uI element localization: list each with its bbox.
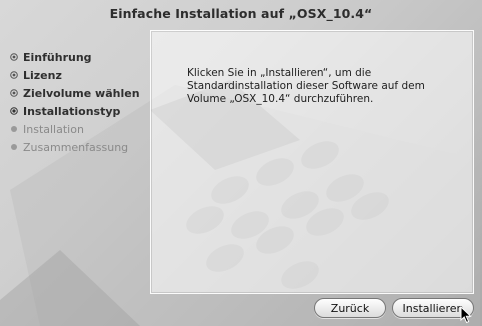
gray-bullet-icon (11, 144, 17, 150)
install-message: Klicken Sie in „Installieren“, um die St… (187, 67, 425, 105)
installer-steps: Einführung Lizenz Zielvolume wählen Inst… (10, 48, 150, 156)
step-label: Zielvolume wählen (23, 86, 140, 100)
check-circle-icon (10, 53, 18, 61)
window-title: Einfache Installation auf „OSX_10.4“ (109, 6, 373, 21)
check-circle-icon (10, 71, 18, 79)
step-label: Installationstyp (23, 104, 121, 118)
installer-window: Einfache Installation auf „OSX_10.4“ Ein… (0, 0, 482, 326)
bullet-icon (10, 107, 18, 115)
step-label: Lizenz (23, 68, 62, 82)
step-label: Einführung (23, 50, 92, 64)
check-circle-icon (10, 89, 18, 97)
step-lizenz: Lizenz (10, 66, 150, 84)
step-label: Zusammenfassung (23, 140, 129, 154)
step-installation: Installation (10, 120, 150, 138)
back-button[interactable]: Zurück (314, 298, 386, 318)
step-einfuehrung: Einführung (10, 48, 150, 66)
step-installationstyp: Installationstyp (10, 102, 150, 120)
gray-bullet-icon (11, 126, 17, 132)
step-label: Installation (23, 122, 84, 136)
arrow-cursor-icon (460, 306, 472, 324)
content-panel: Klicken Sie in „Installieren“, um die St… (150, 30, 474, 294)
step-zusammenfassung: Zusammenfassung (10, 138, 150, 156)
step-zielvolume: Zielvolume wählen (10, 84, 150, 102)
